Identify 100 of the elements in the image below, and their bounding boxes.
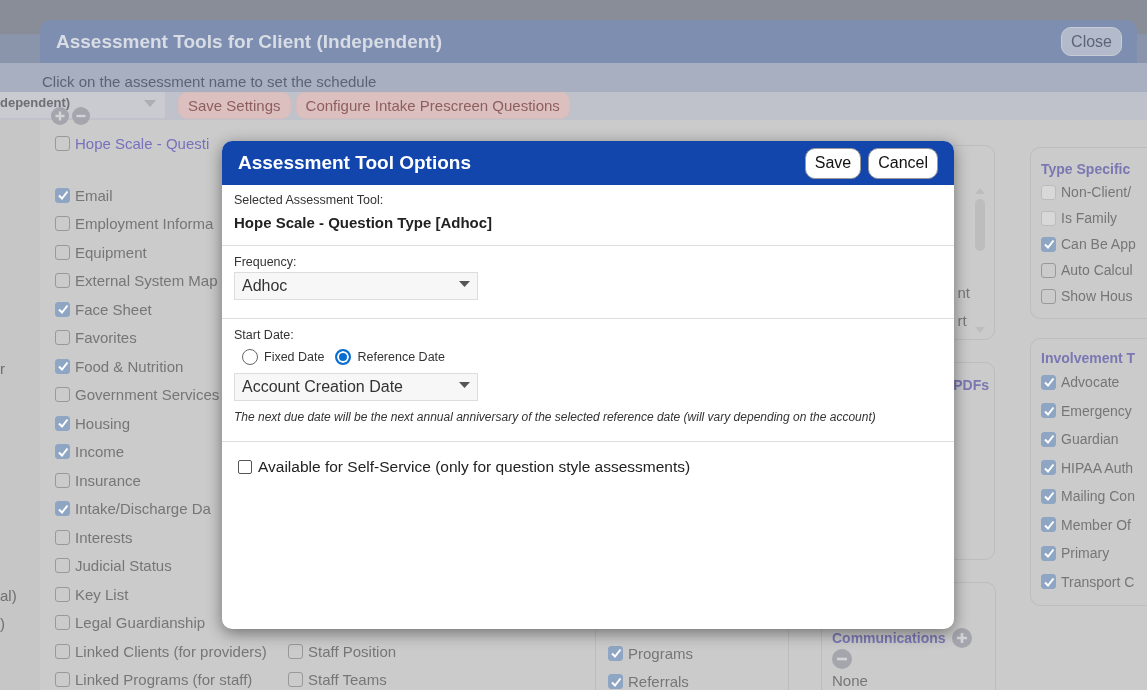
checkbox[interactable]: [55, 672, 70, 688]
checkbox-label: Staff Teams: [308, 671, 387, 689]
panel-title: Communications: [832, 630, 946, 646]
add-icon[interactable]: [951, 628, 972, 648]
toolbar-button[interactable]: Save Settings: [178, 91, 291, 119]
checkbox[interactable]: [1041, 517, 1056, 533]
reference-date-dropdown[interactable]: Account Creation Date: [234, 373, 478, 401]
checkbox[interactable]: [1041, 545, 1056, 561]
dialog-button[interactable]: Cancel: [868, 147, 938, 179]
page-text: r: [0, 360, 5, 378]
checkbox-label: Interests: [75, 528, 133, 546]
checkbox-label: Income: [75, 443, 125, 461]
frequency-dropdown[interactable]: Adhoc: [234, 272, 478, 300]
checkbox-label: Emergency: [1061, 402, 1132, 419]
checkbox-label: Advocate: [1061, 374, 1120, 391]
checkbox-label: Insurance: [75, 471, 141, 489]
checkbox-label: Is Family: [1061, 210, 1117, 226]
checkbox-label: Equipment: [75, 243, 147, 261]
checkbox-label: Show Hous: [1061, 288, 1133, 304]
panel-title: Type Specific: [1041, 161, 1132, 177]
checkbox-label: Key List: [75, 585, 129, 603]
assessment-link[interactable]: Hope Scale - Questi: [75, 134, 210, 152]
panel-title: Involvement T: [1041, 350, 1137, 366]
page-text: al): [0, 587, 17, 605]
checkbox[interactable]: [608, 674, 623, 690]
checkbox-label: Judicial Status: [75, 557, 172, 575]
checkbox-label: Non-Client/: [1061, 184, 1132, 200]
checkbox[interactable]: [55, 444, 70, 460]
checkbox-label: Linked Clients (for providers): [75, 642, 267, 660]
checkbox[interactable]: [288, 672, 303, 688]
dialog-button[interactable]: Save: [804, 147, 862, 179]
checkbox[interactable]: [55, 472, 70, 488]
checkbox-label: Email: [75, 186, 113, 204]
checkbox[interactable]: [55, 216, 70, 232]
empty-text: None: [832, 672, 868, 689]
client-type-dropdown[interactable]: dependent): [0, 92, 165, 118]
checkbox-label: Favorites: [75, 329, 137, 347]
checkbox[interactable]: [55, 301, 70, 317]
field-label: Frequency:: [234, 255, 298, 269]
checkbox[interactable]: [1041, 488, 1056, 504]
close-button[interactable]: Close: [1061, 27, 1122, 56]
help-text: The next due date will be the next annual anniversary of the selected reference date (will vary depending on the account): [234, 410, 877, 424]
list-item: nt: [957, 283, 970, 303]
checkbox[interactable]: [55, 358, 70, 374]
checkbox-label: Can Be App: [1061, 236, 1136, 252]
checkbox-label: Staff Position: [308, 642, 397, 660]
radio-label: Reference Date: [357, 350, 445, 364]
checkbox[interactable]: [288, 643, 303, 659]
checkbox[interactable]: [55, 135, 70, 151]
checkbox-label: External System Map: [75, 272, 218, 290]
checkbox-label: Referrals: [628, 673, 689, 690]
checkbox[interactable]: [55, 501, 70, 517]
checkbox[interactable]: [55, 330, 70, 346]
checkbox[interactable]: [238, 460, 252, 474]
panel-title: PDFs: [953, 377, 989, 393]
checkbox-label: Guardian: [1061, 431, 1119, 448]
checkbox-label: Legal Guardianship: [75, 614, 206, 632]
checkbox-label: Employment Informa: [75, 215, 214, 233]
remove-icon[interactable]: [72, 107, 90, 125]
field-label: Selected Assessment Tool:: [234, 193, 385, 207]
checkbox-label: Primary: [1061, 545, 1110, 562]
checkbox[interactable]: [1041, 460, 1056, 476]
checkbox[interactable]: [55, 558, 70, 574]
page-text: ): [0, 615, 5, 633]
checkbox-label: Face Sheet: [75, 300, 152, 318]
checkbox-label: Member Of: [1061, 516, 1131, 533]
checkbox[interactable]: [1041, 431, 1056, 447]
checkbox[interactable]: [55, 415, 70, 431]
checkbox[interactable]: [1041, 288, 1056, 304]
checkbox[interactable]: [55, 643, 70, 659]
checkbox[interactable]: [55, 273, 70, 289]
checkbox-label: Mailing Con: [1061, 488, 1135, 505]
checkbox[interactable]: [1041, 236, 1056, 252]
checkbox[interactable]: [55, 244, 70, 260]
remove-icon[interactable]: [832, 649, 852, 669]
checkbox[interactable]: [1041, 262, 1056, 278]
instruction-text: Click on the assessment name to set the schedule: [42, 73, 377, 90]
checkbox-label: Available for Self-Service (only for question style assessments): [258, 458, 691, 476]
checkbox[interactable]: [1041, 374, 1056, 390]
checkbox-label: Linked Programs (for staff): [75, 671, 253, 689]
checkbox[interactable]: [1041, 574, 1056, 590]
window-title: Assessment Tools for Client (Independent): [56, 30, 443, 53]
dialog-title: Assessment Tool Options: [238, 152, 471, 174]
radio-label: Fixed Date: [264, 350, 325, 364]
toolbar-button[interactable]: Configure Intake Prescreen Questions: [295, 91, 570, 119]
checkbox[interactable]: [55, 615, 70, 631]
caret-icon: [459, 382, 470, 388]
checkbox[interactable]: [55, 187, 70, 203]
field-label: Start Date:: [234, 328, 295, 342]
checkbox-label: Auto Calcul: [1061, 262, 1133, 278]
selected-tool-name: Hope Scale - Question Type [Adhoc]: [234, 214, 494, 231]
caret-icon: [459, 281, 470, 287]
checkbox[interactable]: [608, 645, 623, 661]
radio-button[interactable]: [335, 349, 352, 365]
checkbox[interactable]: [55, 586, 70, 602]
checkbox[interactable]: [55, 387, 70, 403]
checkbox-label: Food & Nutrition: [75, 357, 184, 375]
checkbox[interactable]: [1041, 403, 1056, 419]
checkbox[interactable]: [55, 529, 70, 545]
checkbox-label: Programs: [628, 644, 694, 662]
